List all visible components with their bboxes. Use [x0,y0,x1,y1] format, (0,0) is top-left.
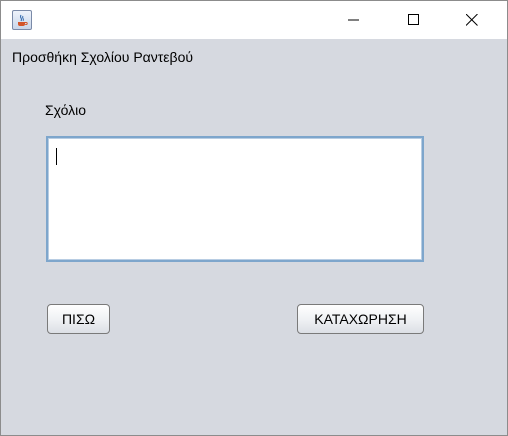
minimize-button[interactable] [331,1,377,39]
text-caret [56,148,57,165]
minimize-icon [348,19,359,21]
comment-label: Σχόλιο [45,102,87,118]
maximize-button[interactable] [391,1,437,39]
comment-textarea[interactable] [46,136,424,262]
app-window: Προσθήκη Σχολίου Ραντεβού Σχόλιο ΠΙΣΩ ΚΑ… [0,0,508,436]
back-button[interactable]: ΠΙΣΩ [47,304,110,334]
title-bar[interactable] [1,1,507,39]
java-icon[interactable] [12,10,32,30]
maximize-icon [408,14,419,25]
form-header: Προσθήκη Σχολίου Ραντεβού [12,49,194,65]
close-icon [466,14,478,26]
submit-button[interactable]: ΚΑΤΑΧΩΡΗΣΗ [297,304,424,334]
close-button[interactable] [449,1,495,39]
